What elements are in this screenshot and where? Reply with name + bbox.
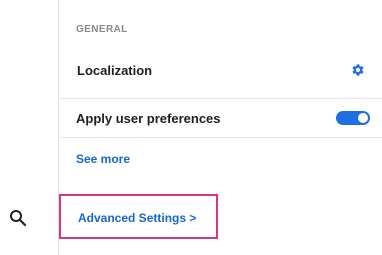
preferences-toggle[interactable]: [336, 111, 370, 125]
left-rail: [0, 0, 58, 255]
localization-label: Localization: [77, 62, 153, 78]
search-icon[interactable]: [9, 209, 27, 227]
advanced-settings-highlight: Advanced Settings >: [59, 194, 218, 239]
preferences-label: Apply user preferences: [76, 110, 221, 126]
gear-icon[interactable]: [351, 63, 365, 77]
localization-row[interactable]: Localization: [59, 52, 382, 88]
advanced-settings-link[interactable]: Advanced Settings >: [78, 211, 196, 225]
see-more-link[interactable]: See more: [76, 152, 130, 166]
settings-panel: GENERAL Localization Apply user preferen…: [58, 0, 382, 255]
section-header-general: GENERAL: [76, 24, 128, 35]
preferences-row: Apply user preferences: [59, 98, 382, 138]
toggle-knob: [358, 113, 368, 123]
